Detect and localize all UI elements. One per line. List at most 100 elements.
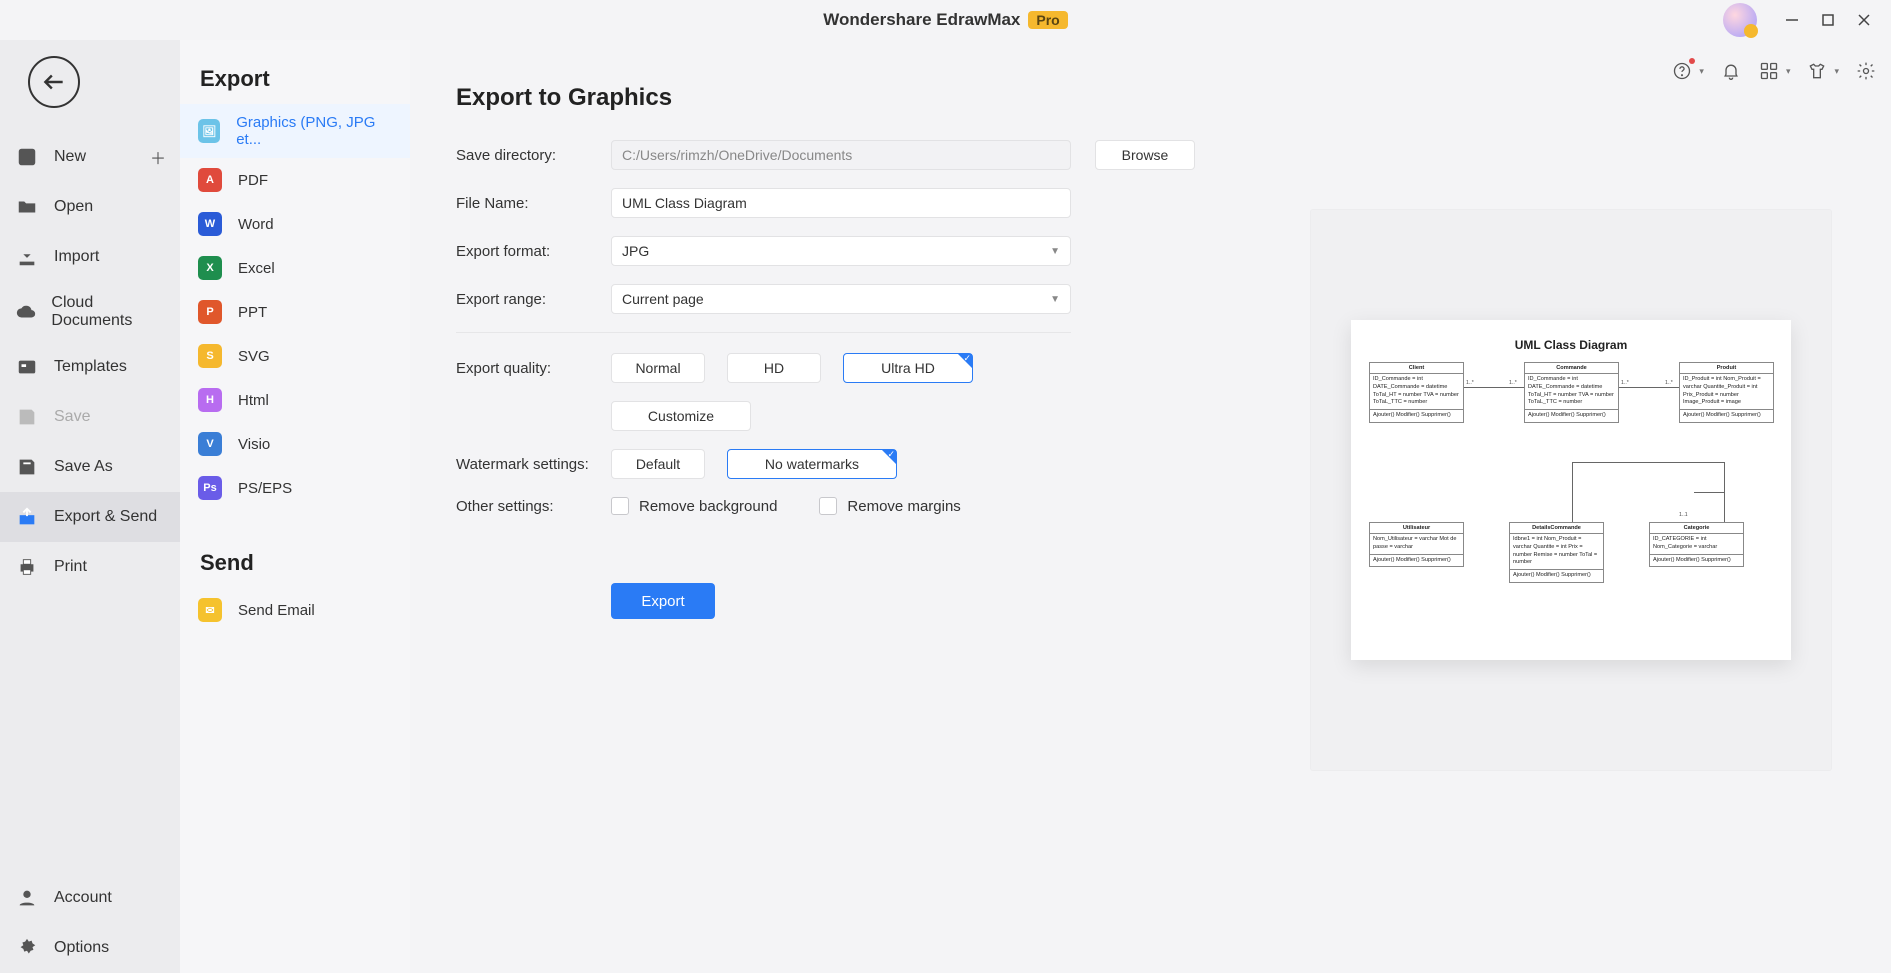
format-item-pdf[interactable]: A PDF [180, 158, 410, 202]
sidebar-item-export-send[interactable]: Export & Send [0, 492, 180, 542]
uml-box-commande: Commande ID_Commande = int DATE_Commande… [1524, 362, 1619, 423]
watermark-none-button[interactable]: No watermarks [727, 449, 897, 479]
file-name-input[interactable] [611, 188, 1071, 218]
sidebar-item-label: Account [54, 889, 112, 907]
account-icon [14, 885, 40, 911]
word-icon: W [198, 212, 222, 236]
primary-sidebar: New ＋ Open Import Cloud Documents Templa… [0, 40, 180, 973]
check-icon [958, 354, 972, 368]
export-panel: Export to Graphics Save directory: Brows… [410, 40, 1891, 973]
sidebar-item-new[interactable]: New ＋ [0, 132, 180, 182]
checkbox-label: Remove background [639, 498, 777, 515]
save-directory-input[interactable] [611, 140, 1071, 170]
label-other-settings: Other settings: [456, 498, 611, 515]
chevron-down-icon: ▼ [1050, 246, 1060, 257]
format-label: PS/EPS [238, 480, 292, 497]
export-button[interactable]: Export [611, 583, 715, 619]
sidebar-item-label: Save [54, 408, 90, 426]
close-button[interactable] [1855, 11, 1873, 29]
quality-ultrahd-label: Ultra HD [881, 360, 935, 376]
panel-title: Export to Graphics [456, 84, 1845, 112]
format-item-svg[interactable]: S SVG [180, 334, 410, 378]
remove-background-checkbox[interactable]: Remove background [611, 497, 777, 515]
window-controls [1723, 0, 1891, 40]
uml-box-detailscommande: DetailsCommande Idbne1 = int Nom_Produit… [1509, 522, 1604, 583]
format-item-ppt[interactable]: P PPT [180, 290, 410, 334]
ppt-icon: P [198, 300, 222, 324]
format-label: PDF [238, 172, 268, 189]
download-icon [14, 244, 40, 270]
excel-icon: X [198, 256, 222, 280]
format-item-visio[interactable]: V Visio [180, 422, 410, 466]
cloud-icon [14, 299, 37, 325]
section-divider [456, 332, 1071, 333]
sidebar-item-templates[interactable]: Templates [0, 342, 180, 392]
watermark-none-label: No watermarks [765, 456, 859, 472]
folder-icon [14, 194, 40, 220]
sidebar-item-account[interactable]: Account [0, 873, 180, 923]
format-label: Graphics (PNG, JPG et... [236, 114, 392, 148]
sidebar-item-label: Open [54, 198, 93, 216]
sidebar-item-open[interactable]: Open [0, 182, 180, 232]
format-item-graphics[interactable]: 🖼 Graphics (PNG, JPG et... [180, 104, 410, 158]
format-item-html[interactable]: H Html [180, 378, 410, 422]
sidebar-item-label: Options [54, 939, 109, 957]
check-icon [882, 450, 896, 464]
app-title-text: Wondershare EdrawMax [823, 10, 1020, 30]
quality-normal-button[interactable]: Normal [611, 353, 705, 383]
label-watermark-settings: Watermark settings: [456, 456, 611, 473]
quality-hd-button[interactable]: HD [727, 353, 821, 383]
plus-icon[interactable]: ＋ [150, 145, 166, 169]
back-button[interactable] [28, 56, 80, 108]
watermark-default-button[interactable]: Default [611, 449, 705, 479]
sidebar-item-save-as[interactable]: Save As [0, 442, 180, 492]
format-item-excel[interactable]: X Excel [180, 246, 410, 290]
remove-margins-checkbox[interactable]: Remove margins [819, 497, 960, 515]
minimize-button[interactable] [1783, 11, 1801, 29]
visio-icon: V [198, 432, 222, 456]
export-section-title: Export [180, 44, 410, 104]
export-format-select[interactable]: JPG ▼ [611, 236, 1071, 266]
checkbox-icon [611, 497, 629, 515]
plus-square-icon [14, 144, 40, 170]
sidebar-item-import[interactable]: Import [0, 232, 180, 282]
uml-box-categorie: Categorie ID_CATEGORIE = int Nom_Categor… [1649, 522, 1744, 567]
maximize-button[interactable] [1819, 11, 1837, 29]
sidebar-item-label: Save As [54, 458, 113, 476]
label-export-range: Export range: [456, 291, 611, 308]
label-file-name: File Name: [456, 195, 611, 212]
title-bar: Wondershare EdrawMax Pro [0, 0, 1891, 40]
label-save-directory: Save directory: [456, 147, 611, 164]
format-label: Visio [238, 436, 270, 453]
format-label: Word [238, 216, 274, 233]
preview-diagram-title: UML Class Diagram [1369, 338, 1773, 352]
sidebar-item-options[interactable]: Options [0, 923, 180, 973]
preview-panel: UML Class Diagram Client ID_Commande = i… [1311, 210, 1831, 770]
user-avatar[interactable] [1723, 3, 1757, 37]
svg-icon: S [198, 344, 222, 368]
export-range-select[interactable]: Current page ▼ [611, 284, 1071, 314]
sidebar-item-label: Import [54, 248, 99, 266]
send-section-title: Send [180, 510, 410, 588]
format-item-word[interactable]: W Word [180, 202, 410, 246]
sidebar-item-label: Cloud Documents [51, 294, 166, 330]
app-title: Wondershare EdrawMax Pro [823, 10, 1067, 30]
sidebar-item-label: Print [54, 558, 87, 576]
sidebar-item-print[interactable]: Print [0, 542, 180, 592]
save-icon [14, 404, 40, 430]
browse-button[interactable]: Browse [1095, 140, 1195, 170]
mail-icon: ✉ [198, 598, 222, 622]
gear-icon [14, 935, 40, 961]
label-export-format: Export format: [456, 243, 611, 260]
sidebar-item-cloud-documents[interactable]: Cloud Documents [0, 282, 180, 342]
save-as-icon [14, 454, 40, 480]
checkbox-label: Remove margins [847, 498, 960, 515]
sidebar-item-label: Export & Send [54, 508, 157, 526]
format-item-pseps[interactable]: Ps PS/EPS [180, 466, 410, 510]
pdf-icon: A [198, 168, 222, 192]
export-format-value: JPG [622, 243, 649, 259]
sidebar-item-save: Save [0, 392, 180, 442]
send-item-email[interactable]: ✉ Send Email [180, 588, 410, 632]
quality-customize-button[interactable]: Customize [611, 401, 751, 431]
quality-ultrahd-button[interactable]: Ultra HD [843, 353, 973, 383]
